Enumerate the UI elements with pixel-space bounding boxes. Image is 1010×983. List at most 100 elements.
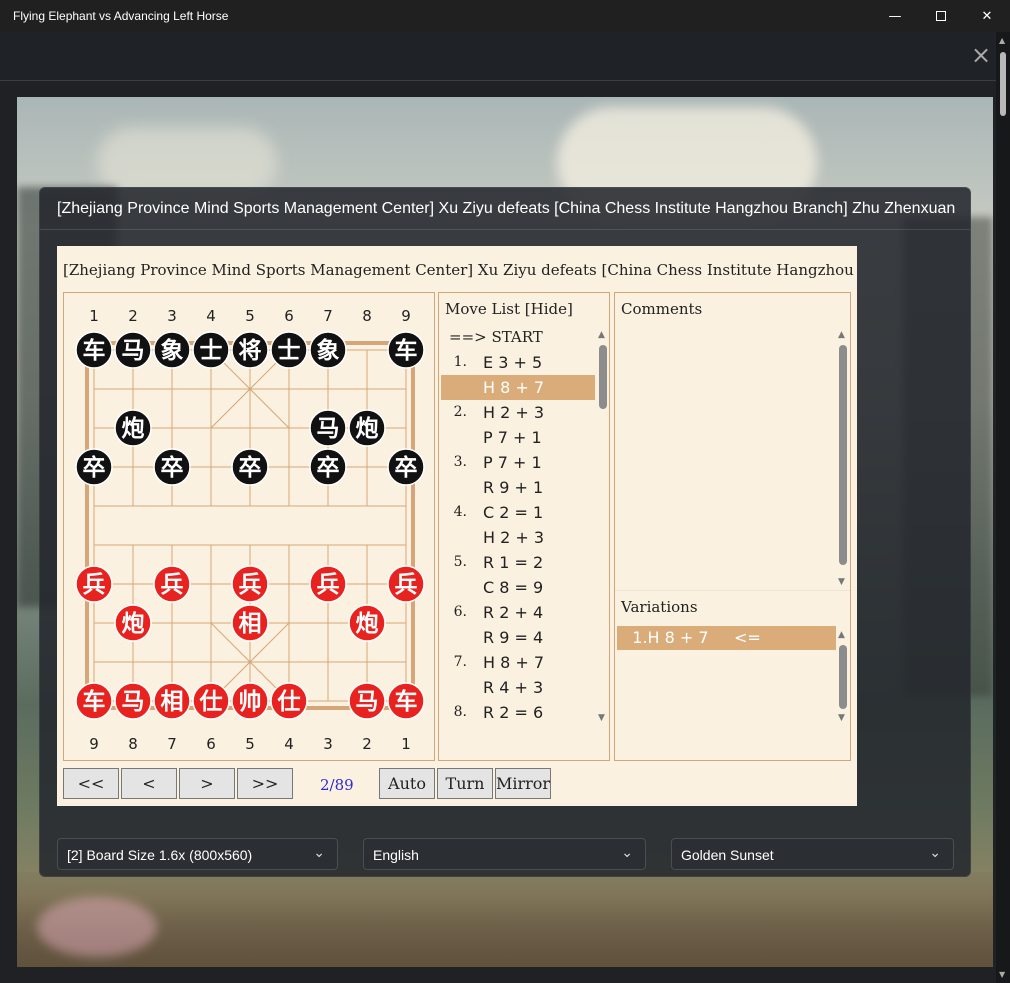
window-title: Flying Elephant vs Advancing Left Horse — [13, 9, 229, 23]
move-row[interactable]: R 9 = 4 — [441, 625, 595, 650]
move-number: 2. — [453, 404, 467, 420]
move-list-header[interactable]: Move List [Hide] — [445, 300, 573, 318]
auto-button[interactable]: Auto — [379, 768, 435, 799]
move-notation: R 2 = 6 — [483, 703, 544, 722]
move-row[interactable]: 2. H 2 + 3 — [441, 400, 595, 425]
close-dialog-button[interactable]: × — [970, 43, 992, 67]
move-number: 3. — [453, 454, 467, 470]
move-notation: H 2 + 3 — [483, 403, 545, 422]
move-row[interactable]: 8. R 2 = 6 — [441, 700, 595, 725]
chevron-down-icon: ⌄ — [621, 844, 633, 860]
move-row[interactable]: 3. P 7 + 1 — [441, 450, 595, 475]
file-label-bottom: 2 — [362, 735, 372, 753]
comments-header: Comments — [621, 300, 703, 318]
page-scrollbar[interactable]: ▲ ▼ — [996, 32, 1010, 983]
variation-row[interactable]: 1.H 8 + 7 <= — [617, 626, 836, 650]
piece-label: 兵 — [395, 572, 418, 598]
page-header: × — [0, 32, 996, 81]
move-row[interactable]: P 7 + 1 — [441, 425, 595, 450]
scroll-up-icon[interactable]: ▲ — [838, 631, 845, 640]
move-notation: P 7 + 1 — [483, 453, 542, 472]
piece-label: 士 — [200, 338, 223, 364]
move-row[interactable]: 1. E 3 + 5 — [441, 350, 595, 375]
close-window-button[interactable]: ✕ — [964, 0, 1010, 32]
language-select[interactable]: English ⌄ — [363, 838, 646, 870]
move-row[interactable]: H 8 + 7 — [441, 375, 595, 400]
piece-label: 卒 — [395, 454, 418, 481]
scroll-down-icon[interactable]: ▼ — [999, 970, 1005, 979]
piece-label: 兵 — [83, 572, 106, 598]
move-list-scrollbar[interactable]: ▲ ▼ — [598, 331, 608, 723]
file-label-top: 3 — [167, 307, 177, 325]
move-row-start[interactable]: ==> START — [441, 325, 595, 350]
prev-move-button[interactable]: < — [121, 768, 177, 799]
chevron-down-icon: ⌄ — [313, 844, 325, 860]
file-label-bottom: 5 — [245, 735, 255, 753]
close-icon: ✕ — [981, 8, 993, 24]
file-label-top: 6 — [284, 307, 294, 325]
move-row[interactable]: R 9 + 1 — [441, 475, 595, 500]
file-label-bottom: 8 — [128, 735, 138, 753]
variations-header: Variations — [621, 598, 698, 616]
maximize-button[interactable] — [918, 0, 964, 32]
file-label-bottom: 4 — [284, 735, 294, 753]
move-row[interactable]: C 8 = 9 — [441, 575, 595, 600]
piece-label: 车 — [83, 688, 106, 715]
comments-box[interactable] — [617, 325, 837, 589]
piece-label: 车 — [395, 688, 418, 715]
piece-label: 将 — [239, 338, 262, 364]
move-notation: H 8 + 7 — [483, 378, 545, 397]
piece-label: 炮 — [356, 415, 379, 442]
variations-scrollbar[interactable]: ▲ ▼ — [838, 631, 848, 723]
game-dialog: [Zhejiang Province Mind Sports Managemen… — [39, 187, 971, 877]
piece-label: 象 — [317, 337, 340, 364]
scroll-up-icon[interactable]: ▲ — [838, 331, 845, 340]
next-move-button[interactable]: > — [179, 768, 235, 799]
piece-label: 马 — [122, 689, 145, 715]
piece-label: 仕 — [277, 688, 301, 715]
scrollbar-thumb[interactable] — [1000, 52, 1006, 116]
last-move-button[interactable]: >> — [237, 768, 293, 799]
chess-board[interactable]: 123456789987654321车马象士将士象车炮马炮卒卒卒卒卒兵兵兵兵兵炮… — [63, 292, 435, 761]
move-row[interactable]: 6. R 2 + 4 — [441, 600, 595, 625]
title-bar: Flying Elephant vs Advancing Left Horse … — [0, 0, 1010, 32]
move-notation: R 9 + 1 — [483, 478, 544, 497]
move-notation: P 7 + 1 — [483, 428, 542, 447]
move-number: 6. — [453, 604, 467, 620]
first-move-button[interactable]: << — [63, 768, 119, 799]
move-row[interactable]: R 4 + 3 — [441, 675, 595, 700]
move-notation: C 2 = 1 — [483, 503, 544, 522]
move-row[interactable]: 7. H 8 + 7 — [441, 650, 595, 675]
minimize-button[interactable]: — — [872, 0, 918, 32]
mirror-button[interactable]: Mirror — [495, 768, 551, 799]
scroll-down-icon[interactable]: ▼ — [838, 714, 845, 723]
comments-scrollbar[interactable]: ▲ ▼ — [838, 331, 848, 587]
piece-label: 炮 — [122, 415, 145, 442]
move-counter: 2/89 — [320, 776, 354, 794]
scroll-down-icon[interactable]: ▼ — [598, 714, 605, 723]
file-label-top: 1 — [89, 307, 99, 325]
move-list[interactable]: ==> START 1. E 3 + 5 H 8 + 7 2. H 2 + 3 P 7 +… — [441, 325, 595, 727]
move-notation: R 2 + 4 — [483, 603, 544, 622]
turn-button[interactable]: Turn — [437, 768, 493, 799]
board-size-select[interactable]: [2] Board Size 1.6x (800x560) ⌄ — [57, 838, 338, 870]
piece-label: 马 — [317, 416, 340, 442]
scroll-down-icon[interactable]: ▼ — [838, 578, 845, 587]
game-title: [Zhejiang Province Mind Sports Managemen… — [63, 261, 857, 279]
piece-label: 炮 — [356, 610, 379, 637]
theme-select[interactable]: Golden Sunset ⌄ — [671, 838, 954, 870]
scroll-up-icon[interactable]: ▲ — [999, 36, 1005, 45]
dialog-title: [Zhejiang Province Mind Sports Managemen… — [57, 200, 956, 217]
move-list-panel: Move List [Hide] ==> START 1. E 3 + 5 H 8 … — [438, 292, 610, 761]
piece-label: 帅 — [239, 689, 262, 715]
comments-panel: Comments ▲ ▼ Variations 1.H 8 + 7 <= ▲ ▼ — [614, 292, 851, 761]
move-number: 8. — [453, 704, 467, 720]
file-label-top: 5 — [245, 307, 255, 325]
piece-label: 仕 — [199, 688, 223, 715]
move-row[interactable]: H 2 + 3 — [441, 525, 595, 550]
file-label-top: 7 — [323, 307, 333, 325]
move-row[interactable]: 5. R 1 = 2 — [441, 550, 595, 575]
move-row[interactable]: 4. C 2 = 1 — [441, 500, 595, 525]
scroll-up-icon[interactable]: ▲ — [598, 331, 605, 340]
board-svg[interactable]: 1 2 3 4 5 6 7 8 99 8 7 6 5 4 3 2 1车马象士将士象车炮马炮卒卒卒卒卒兵兵兵兵兵炮… — [64, 293, 434, 760]
